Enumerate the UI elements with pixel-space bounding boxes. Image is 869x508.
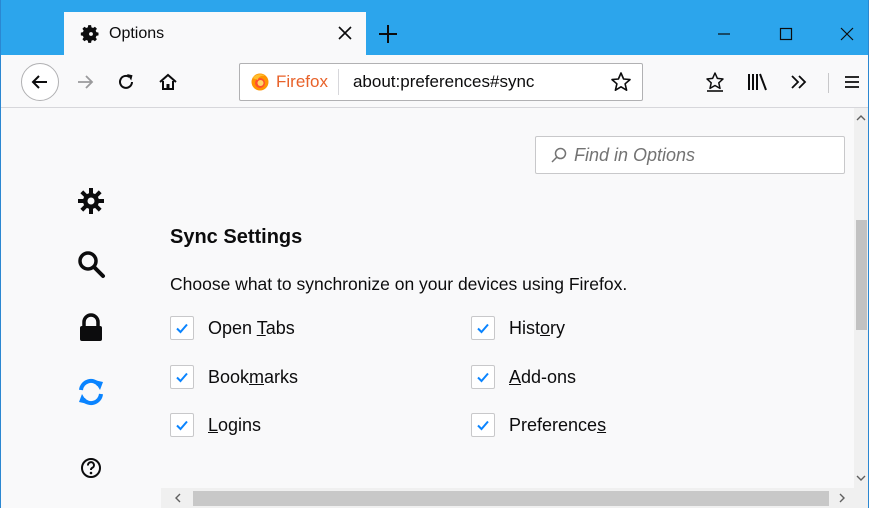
back-button[interactable] [21, 63, 59, 101]
close-icon[interactable] [334, 22, 356, 44]
category-privacy[interactable] [73, 310, 109, 346]
address-bar[interactable]: Firefox about:preferences#sync [239, 63, 643, 101]
pocket-button[interactable] [698, 64, 732, 100]
window-close-button[interactable] [824, 20, 869, 48]
checkbox-label: Open Tabs [208, 317, 295, 338]
scroll-up-icon[interactable] [854, 110, 868, 126]
minimize-icon [718, 33, 730, 35]
checkmark-icon[interactable] [471, 316, 495, 340]
lock-icon [80, 313, 102, 341]
sync-logins-checkbox[interactable]: Logins [170, 411, 261, 439]
star-icon[interactable] [608, 69, 634, 95]
gear-icon [79, 23, 101, 45]
scroll-left-icon[interactable] [169, 488, 187, 508]
pocket-icon [706, 72, 724, 92]
vertical-scrollbar[interactable] [854, 108, 868, 488]
checkmark-icon[interactable] [471, 365, 495, 389]
sync-bookmarks-checkbox[interactable]: Bookmarks [170, 363, 298, 391]
reload-icon [119, 74, 133, 89]
tab-title: Options [109, 24, 165, 42]
forward-arrow-icon [78, 75, 94, 89]
search-icon [550, 146, 568, 164]
firefox-logo-icon [251, 73, 269, 91]
search-icon [78, 251, 105, 278]
overflow-button[interactable] [782, 64, 816, 100]
category-general[interactable] [73, 183, 109, 219]
sync-open-tabs-checkbox[interactable]: Open Tabs [170, 314, 295, 342]
overflow-chevron-icon [791, 75, 807, 89]
back-arrow-icon [31, 75, 47, 89]
vertical-scroll-thumb[interactable] [856, 220, 867, 330]
scroll-down-icon[interactable] [854, 470, 868, 486]
sync-addons-checkbox[interactable]: Add-ons [471, 363, 576, 391]
reload-button[interactable] [108, 64, 144, 100]
menu-button[interactable] [835, 64, 869, 100]
scroll-right-icon[interactable] [833, 488, 851, 508]
category-search[interactable] [73, 246, 109, 282]
new-tab-button[interactable] [373, 19, 403, 49]
toolbar-separator [828, 73, 829, 93]
library-icon [748, 73, 767, 91]
category-help[interactable] [73, 453, 109, 483]
horizontal-scroll-thumb[interactable] [193, 491, 829, 506]
checkmark-icon[interactable] [170, 365, 194, 389]
checkmark-icon[interactable] [170, 316, 194, 340]
maximize-icon [779, 27, 793, 41]
home-icon [159, 73, 177, 90]
preferences-content: Find in Options Sync Settings Choose wha… [1, 108, 854, 488]
checkbox-label: Add-ons [509, 366, 577, 387]
hamburger-menu-icon [845, 76, 859, 88]
category-sync[interactable] [73, 374, 109, 410]
horizontal-scrollbar[interactable] [161, 488, 868, 508]
navigation-toolbar: Firefox about:preferences#sync [1, 55, 868, 108]
gear-icon [78, 188, 104, 214]
section-title: Sync Settings [170, 226, 303, 248]
sync-preferences-checkbox[interactable]: Preferences [471, 411, 606, 439]
help-icon [81, 458, 101, 478]
identity-label: Firefox [276, 72, 328, 91]
checkbox-label: Preferences [509, 414, 607, 435]
url-text[interactable]: about:preferences#sync [353, 72, 608, 92]
maximize-button[interactable] [763, 20, 809, 48]
section-description: Choose what to synchronize on your devic… [170, 274, 628, 294]
tab-strip: Options [1, 0, 868, 55]
home-button[interactable] [150, 64, 186, 100]
minimize-button[interactable] [701, 20, 747, 48]
library-button[interactable] [741, 64, 775, 100]
checkmark-icon[interactable] [170, 413, 194, 437]
search-placeholder: Find in Options [574, 144, 696, 165]
identity-box[interactable]: Firefox [240, 69, 339, 95]
find-in-options-input[interactable]: Find in Options [535, 136, 845, 174]
browser-window: Options Firefox about:preferences#sync F… [0, 0, 869, 508]
checkbox-label: Bookmarks [208, 366, 299, 387]
checkmark-icon[interactable] [471, 413, 495, 437]
checkbox-label: History [509, 317, 566, 338]
sync-history-checkbox[interactable]: History [471, 314, 565, 342]
checkbox-label: Logins [208, 414, 262, 435]
forward-button[interactable] [67, 64, 103, 100]
tab-options[interactable]: Options [64, 10, 366, 55]
plus-icon [379, 25, 397, 43]
close-icon [840, 27, 854, 41]
sync-icon [79, 378, 103, 406]
